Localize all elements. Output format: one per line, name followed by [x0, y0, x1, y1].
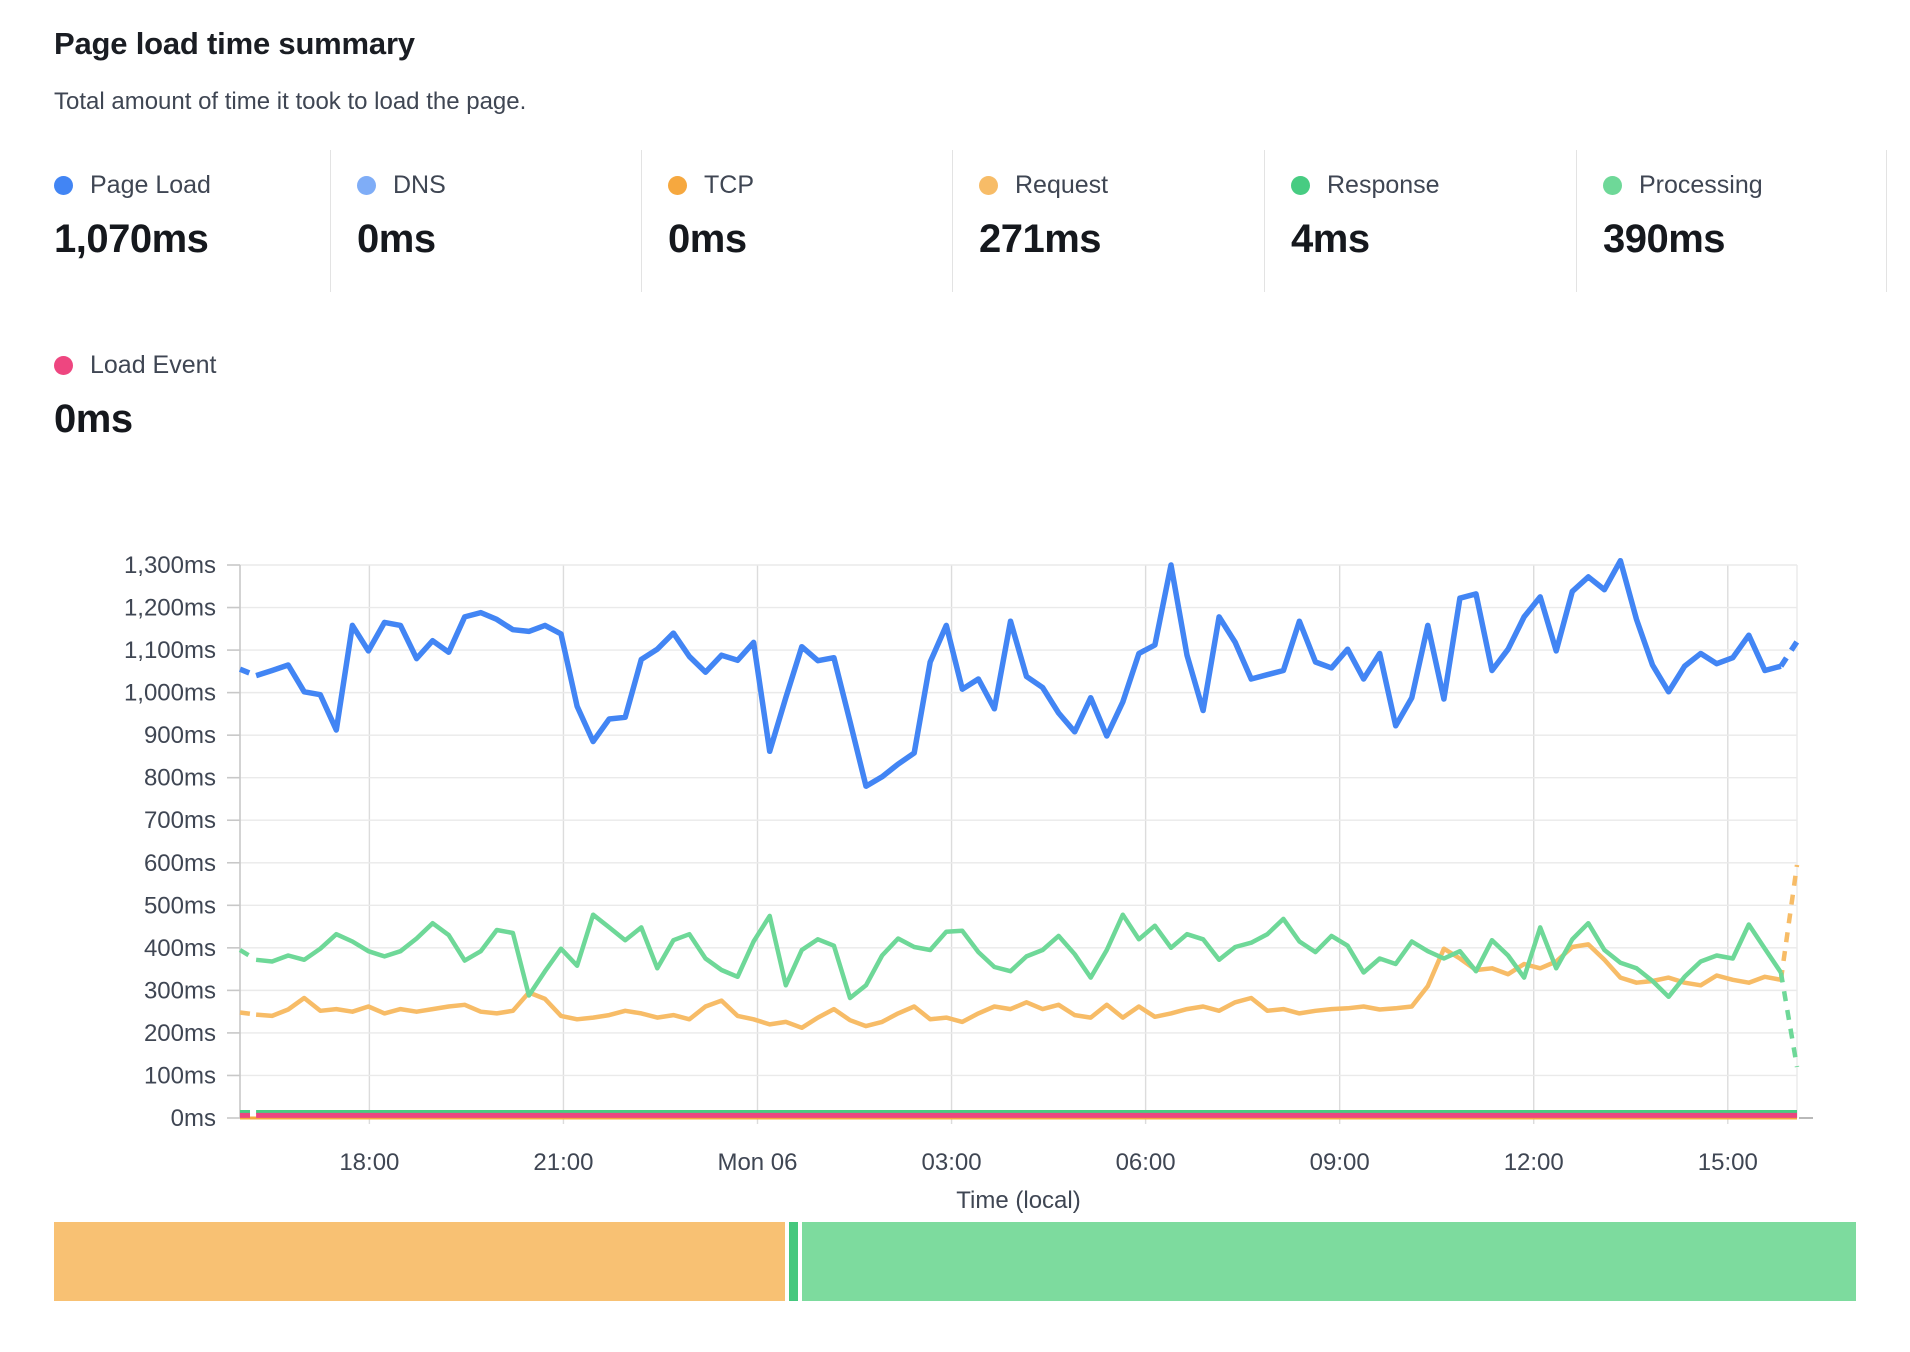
load-time-breakdown-bar[interactable] [54, 1222, 1857, 1301]
series-processing-dashed-tail [1781, 973, 1797, 1068]
series-request [240, 865, 1797, 1028]
metric-response: Response 4ms [1265, 150, 1577, 292]
series-page-load [240, 561, 1797, 787]
page-root: { "header": { "title": "Page load time s… [0, 0, 1910, 1352]
load-event-legend-dot [54, 356, 73, 375]
y-tick-label: 200ms [144, 1020, 216, 1047]
y-tick-label: 300ms [144, 977, 216, 1004]
y-tick-label: 100ms [144, 1062, 216, 1089]
metric-value: 271ms [979, 217, 1264, 262]
x-axis-labels: 18:00 21:00 Mon 06 03:00 06:00 09:00 12:00 15:0… [339, 1149, 1757, 1176]
series-page-load-line [256, 561, 1781, 787]
metric-label: DNS [393, 171, 446, 200]
metric-tcp: TCP 0ms [642, 150, 953, 292]
x-tick-label: 18:00 [339, 1149, 399, 1176]
y-tick-label: 600ms [144, 850, 216, 877]
series-request-dashed-tail [1781, 865, 1797, 980]
metric-processing: Processing 390ms [1577, 150, 1887, 292]
page-load-legend-dot [54, 176, 73, 195]
y-tick-label: 500ms [144, 892, 216, 919]
y-tick-label: 900ms [144, 722, 216, 749]
x-tick-label: 06:00 [1116, 1149, 1176, 1176]
x-tick-label: 03:00 [922, 1149, 982, 1176]
y-tick-label: 1,200ms [124, 595, 216, 622]
y-tick-label: 400ms [144, 935, 216, 962]
y-axis-labels: 0ms 100ms 200ms 300ms 400ms 500ms 600ms 700ms 80… [124, 552, 216, 1132]
metric-value: 0ms [668, 217, 952, 262]
x-tick-label: 09:00 [1310, 1149, 1370, 1176]
page-title: Page load time summary [54, 26, 415, 62]
metric-page-load: Page Load 1,070ms [54, 150, 331, 292]
dns-legend-dot [357, 176, 376, 195]
metric-label: Request [1015, 171, 1108, 200]
y-tick-label: 1,000ms [124, 680, 216, 707]
response-legend-dot [1291, 176, 1310, 195]
metric-label: Response [1327, 171, 1440, 200]
bar-segment-processing[interactable] [802, 1222, 1856, 1301]
series-request-dashed-head [240, 1013, 256, 1015]
x-axis-title: Time (local) [956, 1187, 1080, 1214]
bar-segment-request[interactable] [54, 1222, 785, 1301]
metric-value: 1,070ms [54, 217, 330, 262]
x-tick-label: 21:00 [533, 1149, 593, 1176]
y-tick-label: 1,100ms [124, 637, 216, 664]
y-tick-label: 0ms [171, 1105, 216, 1132]
metrics-summary-row: Page Load 1,070ms DNS 0ms TCP 0ms Reques… [54, 150, 1887, 292]
metric-label: Processing [1639, 171, 1763, 200]
metric-value: 0ms [357, 217, 641, 262]
page-subtitle: Total amount of time it took to load the… [54, 88, 526, 116]
x-tick-label: Mon 06 [717, 1149, 797, 1176]
metric-value: 390ms [1603, 217, 1886, 262]
series-page-load-dashed-tail [1781, 642, 1797, 667]
metric-label: Load Event [90, 351, 217, 380]
tcp-legend-dot [668, 176, 687, 195]
x-tick-label: 12:00 [1504, 1149, 1564, 1176]
processing-legend-dot [1603, 176, 1622, 195]
x-tick-label: 15:00 [1698, 1149, 1758, 1176]
series-page-load-dashed-head [240, 669, 256, 675]
metric-label: TCP [704, 171, 754, 200]
metric-load-event: Load Event 0ms [54, 330, 217, 442]
metric-request: Request 271ms [953, 150, 1265, 292]
series-processing-line [256, 915, 1781, 998]
y-tick-label: 800ms [144, 765, 216, 792]
y-tick-label: 1,300ms [124, 552, 216, 579]
y-tick-label: 700ms [144, 807, 216, 834]
bar-segment-response[interactable] [789, 1222, 798, 1301]
timeseries-chart[interactable]: 0ms 100ms 200ms 300ms 400ms 500ms 600ms 700ms 80… [0, 430, 1910, 1230]
metric-dns: DNS 0ms [331, 150, 642, 292]
request-legend-dot [979, 176, 998, 195]
series-processing-dashed-head [240, 950, 256, 960]
metric-label: Page Load [90, 171, 211, 200]
metric-value: 4ms [1291, 217, 1576, 262]
